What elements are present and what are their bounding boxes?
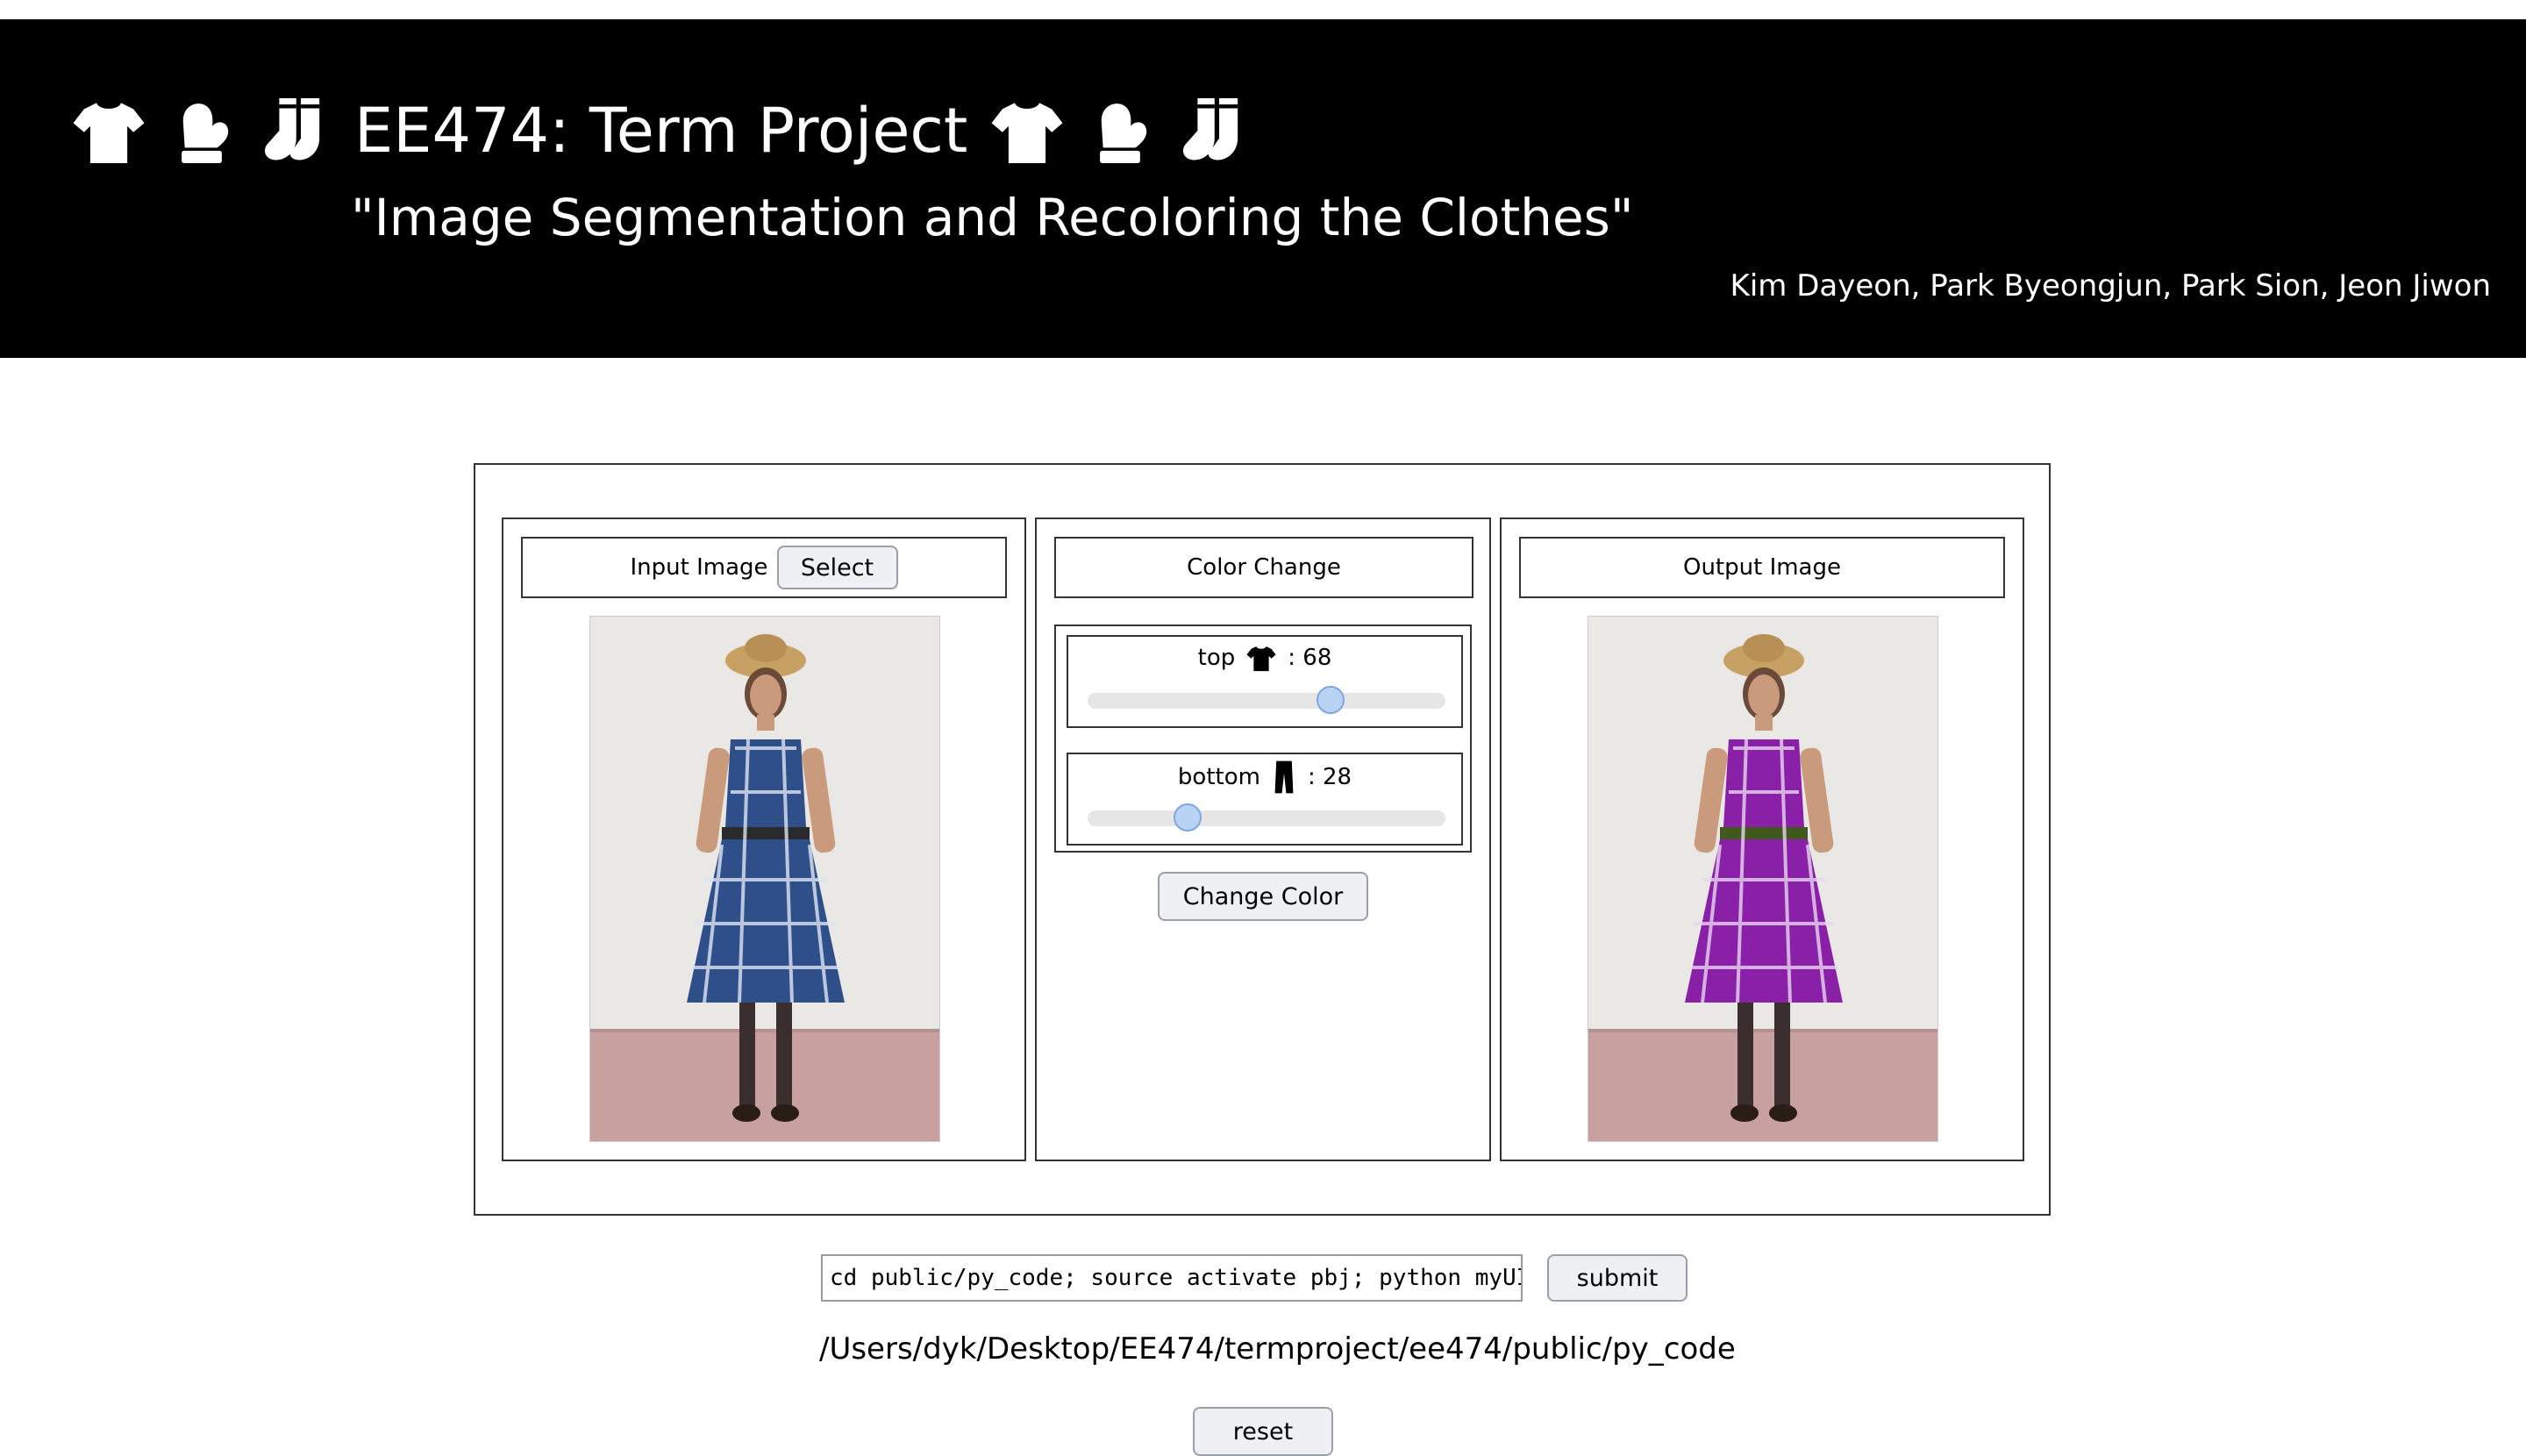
- mitten-icon: [1100, 103, 1147, 163]
- bottom-value: : 28: [1307, 764, 1352, 790]
- tshirt-icon: [73, 103, 145, 163]
- output-panel-header: Output Image: [1519, 537, 2005, 598]
- page-header: EE474: Term Project "Image Segmentation …: [0, 19, 2526, 358]
- command-input[interactable]: cd public/py_code; source activate pbj; …: [821, 1254, 1523, 1302]
- mitten-icon: [182, 103, 229, 163]
- authors-text: Kim Dayeon, Park Byeongjun, Park Sion, J…: [1730, 268, 2491, 303]
- socks-icon: [1183, 98, 1238, 161]
- top-label: top: [1197, 645, 1236, 671]
- page-subtitle: "Image Segmentation and Recoloring the C…: [351, 188, 1634, 247]
- output-image: [1588, 616, 1938, 1142]
- output-photo-svg: [1588, 617, 1937, 1141]
- bottom-slider[interactable]: [1088, 803, 1445, 831]
- top-strip: [0, 0, 2526, 20]
- input-image: [589, 616, 940, 1142]
- input-panel: Input Image Select: [502, 517, 1026, 1161]
- change-color-button[interactable]: Change Color: [1158, 872, 1368, 921]
- output-panel-title: Output Image: [1682, 554, 1841, 581]
- output-panel: Output Image: [1500, 517, 2024, 1161]
- reset-button[interactable]: reset: [1193, 1407, 1333, 1456]
- page-title: EE474: Term Project: [354, 95, 968, 167]
- top-slider-box: top : 68: [1067, 635, 1463, 728]
- tshirt-icon: [1246, 646, 1276, 672]
- input-panel-header: Input Image Select: [521, 537, 1007, 598]
- pants-icon: [1274, 760, 1294, 794]
- bottom-slider-thumb[interactable]: [1174, 803, 1202, 831]
- color-change-header: Color Change: [1054, 537, 1474, 598]
- bottom-slider-box: bottom : 28: [1067, 753, 1463, 846]
- color-change-title: Color Change: [1187, 554, 1341, 581]
- top-slider[interactable]: [1088, 686, 1445, 714]
- top-slider-label: top : 68: [1068, 642, 1461, 674]
- bottom-label: bottom: [1177, 764, 1260, 790]
- top-value: : 68: [1288, 645, 1332, 671]
- tshirt-icon: [991, 103, 1063, 163]
- path-output-text: /Users/dyk/Desktop/EE474/termproject/ee4…: [819, 1331, 1736, 1367]
- socks-icon: [264, 98, 320, 161]
- title-row: EE474: Term Project: [70, 82, 1252, 179]
- input-photo-svg: [590, 617, 939, 1141]
- select-button[interactable]: Select: [776, 546, 898, 589]
- slider-group: top : 68 bottom : 28: [1054, 625, 1472, 853]
- top-slider-thumb[interactable]: [1317, 686, 1345, 714]
- submit-button[interactable]: submit: [1547, 1254, 1688, 1302]
- bottom-slider-label: bottom : 28: [1068, 760, 1461, 795]
- input-panel-title: Input Image: [630, 554, 768, 581]
